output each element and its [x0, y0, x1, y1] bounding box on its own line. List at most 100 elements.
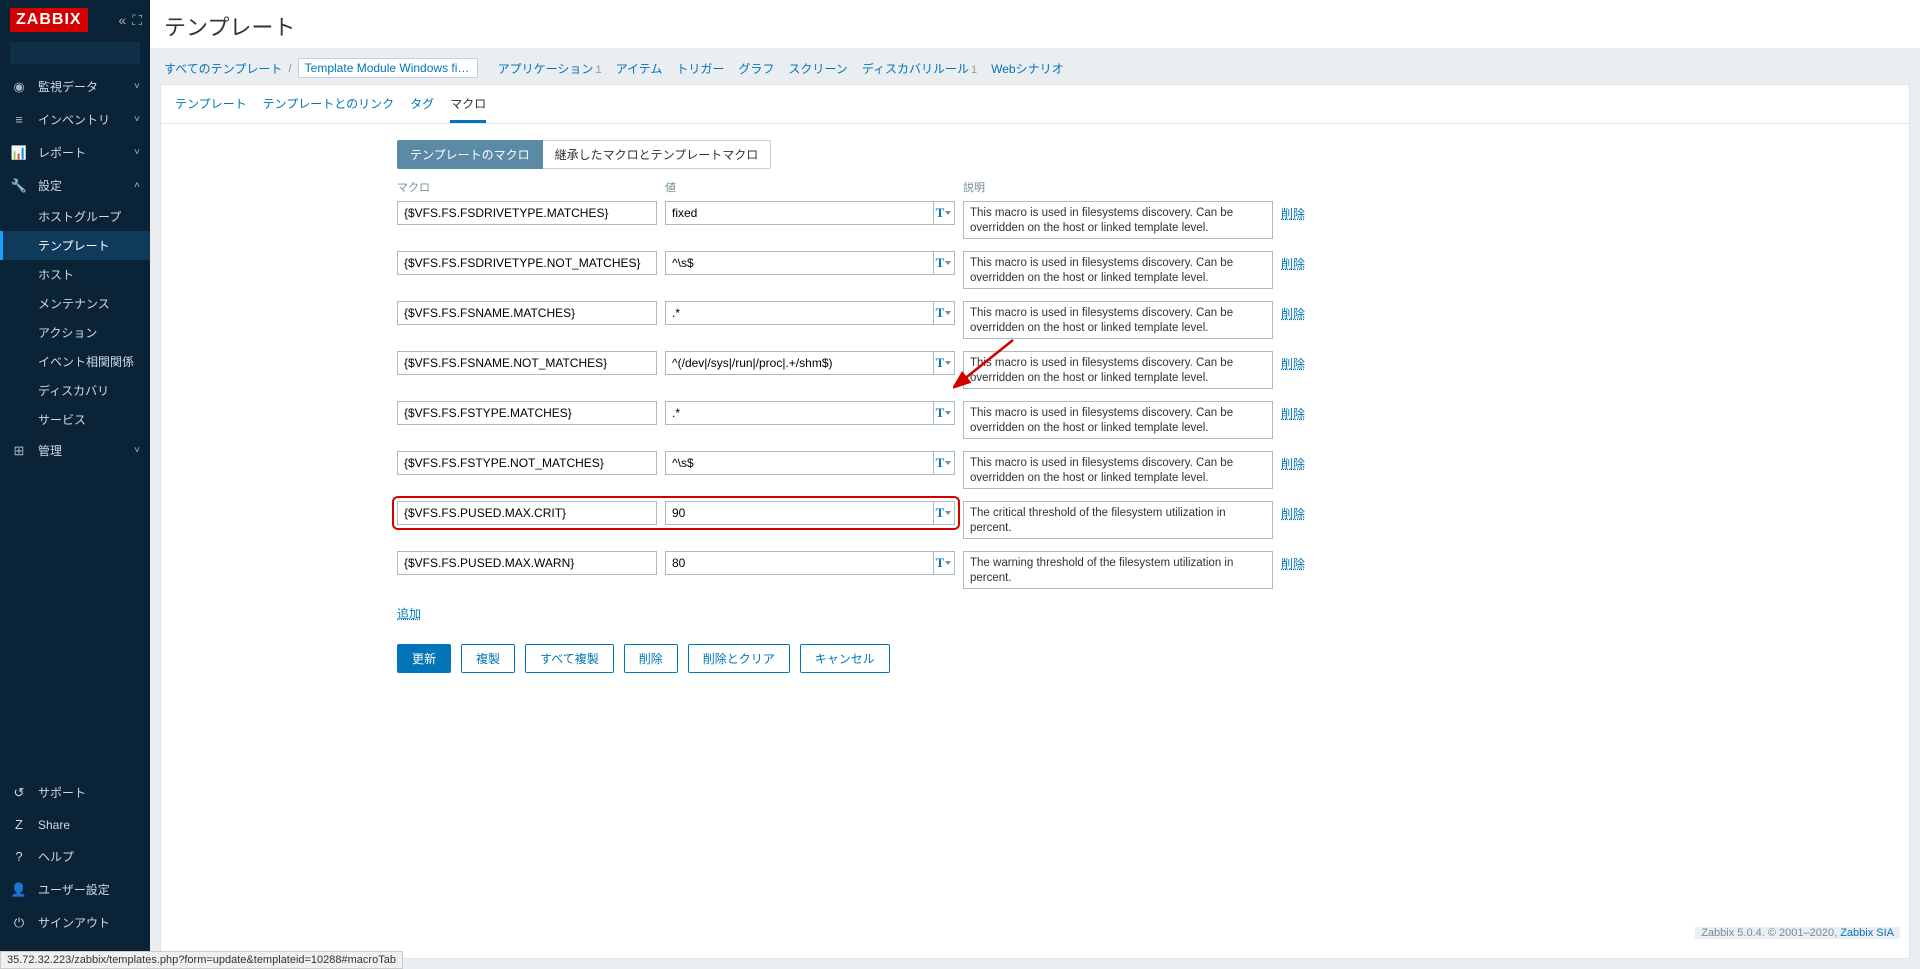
macro-desc-input[interactable] — [963, 301, 1273, 339]
bottom-item-3[interactable]: 👤ユーザー設定 — [0, 873, 150, 906]
delete-macro-link[interactable]: 削除 — [1281, 351, 1305, 372]
seg-own-macros[interactable]: テンプレートのマクロ — [397, 140, 543, 169]
add-macro-link[interactable]: 追加 — [397, 605, 421, 622]
seg-inherited-macros[interactable]: 継承したマクロとテンプレートマクロ — [543, 140, 772, 169]
type-dropdown[interactable]: T — [933, 251, 955, 275]
macro-value-input[interactable] — [665, 551, 933, 575]
macro-value-input[interactable] — [665, 201, 933, 225]
macro-name-input[interactable] — [397, 501, 657, 525]
bc-item-4[interactable]: スクリーン — [788, 62, 847, 76]
bc-item-2[interactable]: トリガー — [676, 62, 724, 76]
sub-item-1[interactable]: テンプレート — [0, 231, 150, 260]
type-dropdown[interactable]: T — [933, 301, 955, 325]
delete-macro-link[interactable]: 削除 — [1281, 251, 1305, 272]
nav-item-1[interactable]: ≡インベントリ˅ — [0, 103, 150, 136]
bottom-item-0[interactable]: ↺ サポート — [0, 776, 150, 809]
macro-value-input[interactable] — [665, 501, 933, 525]
macro-name-input[interactable] — [397, 351, 657, 375]
bc-item-3[interactable]: グラフ — [738, 62, 774, 76]
macro-name-input[interactable] — [397, 301, 657, 325]
nav-label: レポート — [38, 144, 86, 161]
macro-desc-input[interactable] — [963, 201, 1273, 239]
fullscreen-icon[interactable]: ⛶ — [132, 12, 142, 29]
delete-macro-link[interactable]: 削除 — [1281, 201, 1305, 222]
panel: テンプレートテンプレートとのリンクタグマクロ テンプレートのマクロ 継承したマク… — [160, 84, 1910, 959]
tab-3[interactable]: マクロ — [450, 95, 486, 123]
cancel-button[interactable]: キャンセル — [800, 644, 890, 673]
sub-item-2[interactable]: ホスト — [0, 260, 150, 289]
macro-value-input[interactable] — [665, 251, 933, 275]
macro-name-input[interactable] — [397, 451, 657, 475]
page-title: テンプレート — [150, 0, 1920, 48]
full-clone-button[interactable]: すべて複製 — [525, 644, 614, 673]
bc-item-5[interactable]: ディスカバリルール — [862, 62, 969, 76]
delete-macro-link[interactable]: 削除 — [1281, 551, 1305, 572]
nav-item-3[interactable]: 🔧設定˄ — [0, 169, 150, 202]
bottom-label: サポート — [38, 784, 86, 801]
sub-item-5[interactable]: イベント相関関係 — [0, 347, 150, 376]
macro-name-input[interactable] — [397, 401, 657, 425]
macro-value-input[interactable] — [665, 451, 933, 475]
type-dropdown[interactable]: T — [933, 201, 955, 225]
bc-item-1[interactable]: アイテム — [616, 62, 663, 76]
macro-name-input[interactable] — [397, 201, 657, 225]
type-dropdown[interactable]: T — [933, 351, 955, 375]
macro-row-4: T 削除 — [397, 401, 1895, 439]
sidebar: ZABBIX « ⛶ 🔍 ◉監視データ˅≡インベントリ˅📊レポート˅🔧設定˄ ホ… — [0, 0, 150, 969]
sub-item-0[interactable]: ホストグループ — [0, 202, 150, 231]
update-button[interactable]: 更新 — [397, 644, 451, 673]
search-input[interactable] — [15, 46, 170, 60]
breadcrumb-all[interactable]: すべてのテンプレート — [164, 60, 282, 77]
tab-1[interactable]: テンプレートとのリンク — [263, 95, 395, 123]
segment-buttons: テンプレートのマクロ 継承したマクロとテンプレートマクロ — [397, 140, 771, 169]
delete-macro-link[interactable]: 削除 — [1281, 501, 1305, 522]
nav-item-0[interactable]: ◉監視データ˅ — [0, 70, 150, 103]
delete-button[interactable]: 削除 — [624, 644, 678, 673]
macro-desc-input[interactable] — [963, 401, 1273, 439]
chevron-icon: ˅ — [134, 147, 140, 158]
nav-admin[interactable]: ⊞ 管理 ˅ — [0, 434, 150, 467]
macro-value-input[interactable] — [665, 351, 933, 375]
bc-item-6[interactable]: Webシナリオ — [991, 62, 1063, 76]
type-dropdown[interactable]: T — [933, 551, 955, 575]
sub-item-6[interactable]: ディスカバリ — [0, 376, 150, 405]
tab-0[interactable]: テンプレート — [175, 95, 247, 123]
macro-desc-input[interactable] — [963, 351, 1273, 389]
macro-desc-input[interactable] — [963, 251, 1273, 289]
delete-macro-link[interactable]: 削除 — [1281, 451, 1305, 472]
type-dropdown[interactable]: T — [933, 401, 955, 425]
macro-value-input[interactable] — [665, 301, 933, 325]
breadcrumb-current[interactable]: Template Module Windows filesys... — [298, 58, 478, 78]
sub-item-7[interactable]: サービス — [0, 405, 150, 434]
macro-value-input[interactable] — [665, 401, 933, 425]
macro-row-1: T 削除 — [397, 251, 1895, 289]
sub-item-3[interactable]: メンテナンス — [0, 289, 150, 318]
collapse-buttons[interactable]: « ⛶ — [118, 12, 150, 29]
nav-item-2[interactable]: 📊レポート˅ — [0, 136, 150, 169]
sub-item-4[interactable]: アクション — [0, 318, 150, 347]
macro-desc-input[interactable] — [963, 501, 1273, 539]
delete-clear-button[interactable]: 削除とクリア — [688, 644, 790, 673]
bottom-icon: ↺ — [10, 785, 28, 801]
delete-macro-link[interactable]: 削除 — [1281, 301, 1305, 322]
macro-desc-input[interactable] — [963, 451, 1273, 489]
type-dropdown[interactable]: T — [933, 451, 955, 475]
bc-item-0[interactable]: アプリケーション — [498, 62, 594, 76]
macro-table: マクロ 値 説明 T削除T削除T削除T削除T削除T削除T削除T削除 — [397, 179, 1895, 589]
footer-link[interactable]: Zabbix SIA — [1840, 927, 1894, 939]
macro-name-input[interactable] — [397, 551, 657, 575]
delete-macro-link[interactable]: 削除 — [1281, 401, 1305, 422]
macro-name-input[interactable] — [397, 251, 657, 275]
macro-desc-input[interactable] — [963, 551, 1273, 589]
bottom-item-1[interactable]: ZShare — [0, 809, 150, 840]
value-wrap: T — [665, 301, 955, 325]
macro-row-6: T 削除 — [397, 501, 1895, 539]
bottom-item-4[interactable]: ⏻サインアウト — [0, 906, 150, 939]
tab-2[interactable]: タグ — [410, 95, 434, 123]
bottom-item-2[interactable]: ?ヘルプ — [0, 840, 150, 873]
collapse-icon[interactable]: « — [118, 12, 126, 29]
form-area: テンプレートのマクロ 継承したマクロとテンプレートマクロ マクロ 値 説明 T削… — [161, 124, 1909, 689]
clone-button[interactable]: 複製 — [461, 644, 515, 673]
type-dropdown[interactable]: T — [933, 501, 955, 525]
nav-label: 監視データ — [38, 78, 98, 95]
